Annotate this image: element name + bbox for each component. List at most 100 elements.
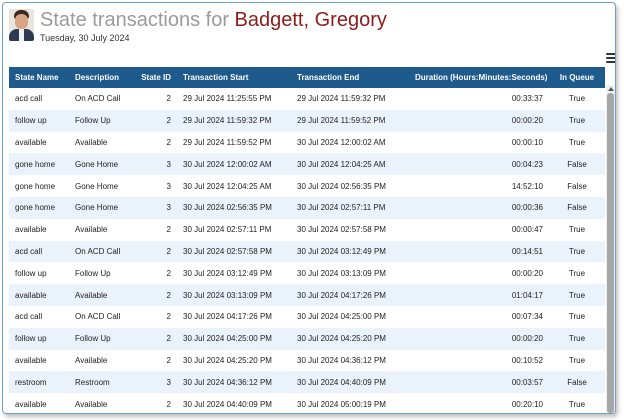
table-row[interactable]: follow up Follow Up 2 30 Jul 2024 03:12:49 … [9,262,605,285]
cell-state-id: 3 [166,159,171,169]
cell-duration: 00:07:34 [511,312,543,322]
cell-description: On ACD Call [75,312,121,322]
scrollbar-thumb[interactable] [607,93,614,413]
cell-transaction-end: 30 Jul 2024 12:00:02 AM [297,137,386,147]
cell-transaction-start: 30 Jul 2024 04:36:12 PM [183,377,272,387]
hamburger-menu-icon[interactable] [606,53,615,63]
column-header-in-queue[interactable]: In Queue [549,67,605,88]
cell-transaction-end: 30 Jul 2024 05:00:19 PM [297,399,386,409]
cell-description: Gone Home [75,203,119,213]
column-header-transaction-start[interactable]: Transaction Start [177,67,291,88]
cell-state-name: available [15,399,47,409]
cell-state-id: 2 [166,355,171,365]
cell-transaction-start: 30 Jul 2024 12:04:25 AM [183,181,272,191]
cell-state-name: follow up [15,268,47,278]
cell-in-queue: True [568,290,586,300]
cell-transaction-start: 30 Jul 2024 12:00:02 AM [183,159,272,169]
column-header-description[interactable]: Description [69,67,131,88]
cell-state-name: acd call [15,312,43,322]
cell-in-queue: True [568,225,586,235]
cell-in-queue: False [567,203,587,213]
table-row[interactable]: gone home Gone Home 3 30 Jul 2024 12:00:02 … [9,153,605,176]
cell-transaction-end: 30 Jul 2024 03:12:49 PM [297,246,386,256]
cell-state-name: available [15,137,47,147]
table-row[interactable]: available Available 2 29 Jul 2024 11:59:52 … [9,131,605,154]
table-row[interactable]: available Available 2 30 Jul 2024 04:40:09 … [9,393,605,413]
table-body: acd call On ACD Call 2 29 Jul 2024 11:25:55… [9,88,605,413]
cell-transaction-start: 30 Jul 2024 02:57:11 PM [183,225,272,235]
cell-transaction-end: 30 Jul 2024 02:57:58 PM [297,225,386,235]
cell-in-queue: True [568,399,586,409]
cell-state-id: 2 [166,94,171,104]
cell-state-name: gone home [15,203,56,213]
table-header-row: State Name Description State ID Transaction… [9,67,605,88]
cell-description: Restroom [75,377,110,387]
column-header-state-name[interactable]: State Name [9,67,69,88]
cell-in-queue: True [568,268,586,278]
cell-state-id: 3 [166,203,171,213]
cell-description: Available [75,137,108,147]
column-header-transaction-end[interactable]: Transaction End [291,67,409,88]
cell-duration: 00:00:20 [511,268,543,278]
cell-in-queue: False [567,377,587,387]
cell-state-id: 2 [166,290,171,300]
report-date: Tuesday, 30 July 2024 [40,33,130,43]
cell-in-queue: True [568,137,586,147]
cell-transaction-end: 29 Jul 2024 11:59:32 PM [297,94,386,104]
table-row[interactable]: available Available 2 30 Jul 2024 02:57:11 … [9,218,605,241]
cell-state-id: 2 [166,246,171,256]
cell-transaction-start: 29 Jul 2024 11:59:32 PM [183,116,272,126]
cell-transaction-end: 29 Jul 2024 11:59:52 PM [297,116,386,126]
cell-state-name: available [15,355,47,365]
cell-in-queue: False [567,159,587,169]
table-row[interactable]: acd call On ACD Call 2 29 Jul 2024 11:25:55… [9,88,605,110]
cell-description: Follow Up [75,268,111,278]
cell-duration: 01:04:17 [511,290,543,300]
table-row[interactable]: restroom Restroom 3 30 Jul 2024 04:36:12 PM… [9,371,605,394]
cell-transaction-start: 30 Jul 2024 02:57:58 PM [183,246,272,256]
cell-state-id: 2 [166,268,171,278]
report-header: State transactions for Badgett, Gregory … [9,9,387,43]
cell-state-name: acd call [15,246,43,256]
table-row[interactable]: available Available 2 30 Jul 2024 04:25:20 … [9,349,605,372]
table-row[interactable]: gone home Gone Home 3 30 Jul 2024 12:04:25 … [9,175,605,197]
cell-state-id: 2 [166,137,171,147]
cell-duration: 00:04:23 [511,159,543,169]
cell-state-name: available [15,290,47,300]
cell-transaction-start: 30 Jul 2024 04:17:26 PM [183,312,272,322]
cell-state-id: 3 [166,377,171,387]
cell-transaction-end: 30 Jul 2024 04:36:12 PM [297,355,386,365]
cell-duration: 00:00:36 [511,203,543,213]
table-row[interactable]: acd call On ACD Call 2 30 Jul 2024 04:17:26… [9,305,605,328]
scroll-up-arrow-icon[interactable] [606,85,615,93]
cell-state-id: 3 [166,181,171,191]
cell-transaction-end: 30 Jul 2024 03:13:09 PM [297,268,386,278]
column-header-state-id[interactable]: State ID [131,67,177,88]
table-row[interactable]: available Available 2 30 Jul 2024 03:13:09 … [9,284,605,306]
table-row[interactable]: follow up Follow Up 2 30 Jul 2024 04:25:00 … [9,327,605,350]
table-row[interactable]: acd call On ACD Call 2 30 Jul 2024 02:57:58… [9,240,605,263]
cell-transaction-end: 30 Jul 2024 12:04:25 AM [297,159,386,169]
cell-in-queue: False [567,181,587,191]
cell-transaction-start: 30 Jul 2024 04:25:20 PM [183,355,272,365]
cell-description: Available [75,355,108,365]
cell-transaction-start: 30 Jul 2024 04:25:00 PM [183,334,272,344]
cell-state-name: available [15,225,47,235]
cell-duration: 00:00:10 [511,137,543,147]
cell-state-id: 2 [166,334,171,344]
cell-duration: 00:00:47 [511,225,543,235]
cell-state-id: 2 [166,399,171,409]
title-block: State transactions for Badgett, Gregory … [40,9,387,43]
table-row[interactable]: follow up Follow Up 2 29 Jul 2024 11:59:32 … [9,109,605,132]
cell-duration: 14:52:10 [511,181,543,191]
cell-duration: 00:10:52 [511,355,543,365]
title-prefix: State transactions for [40,9,229,31]
cell-duration: 00:00:20 [511,116,543,126]
agent-name: Badgett, Gregory [234,9,387,31]
cell-duration: 00:33:37 [511,94,543,104]
cell-description: Available [75,225,108,235]
cell-description: Follow Up [75,334,111,344]
cell-description: Gone Home [75,181,119,191]
table-row[interactable]: gone home Gone Home 3 30 Jul 2024 02:56:35 … [9,196,605,219]
column-header-duration[interactable]: Duration (Hours:Minutes:Seconds) [409,67,549,88]
